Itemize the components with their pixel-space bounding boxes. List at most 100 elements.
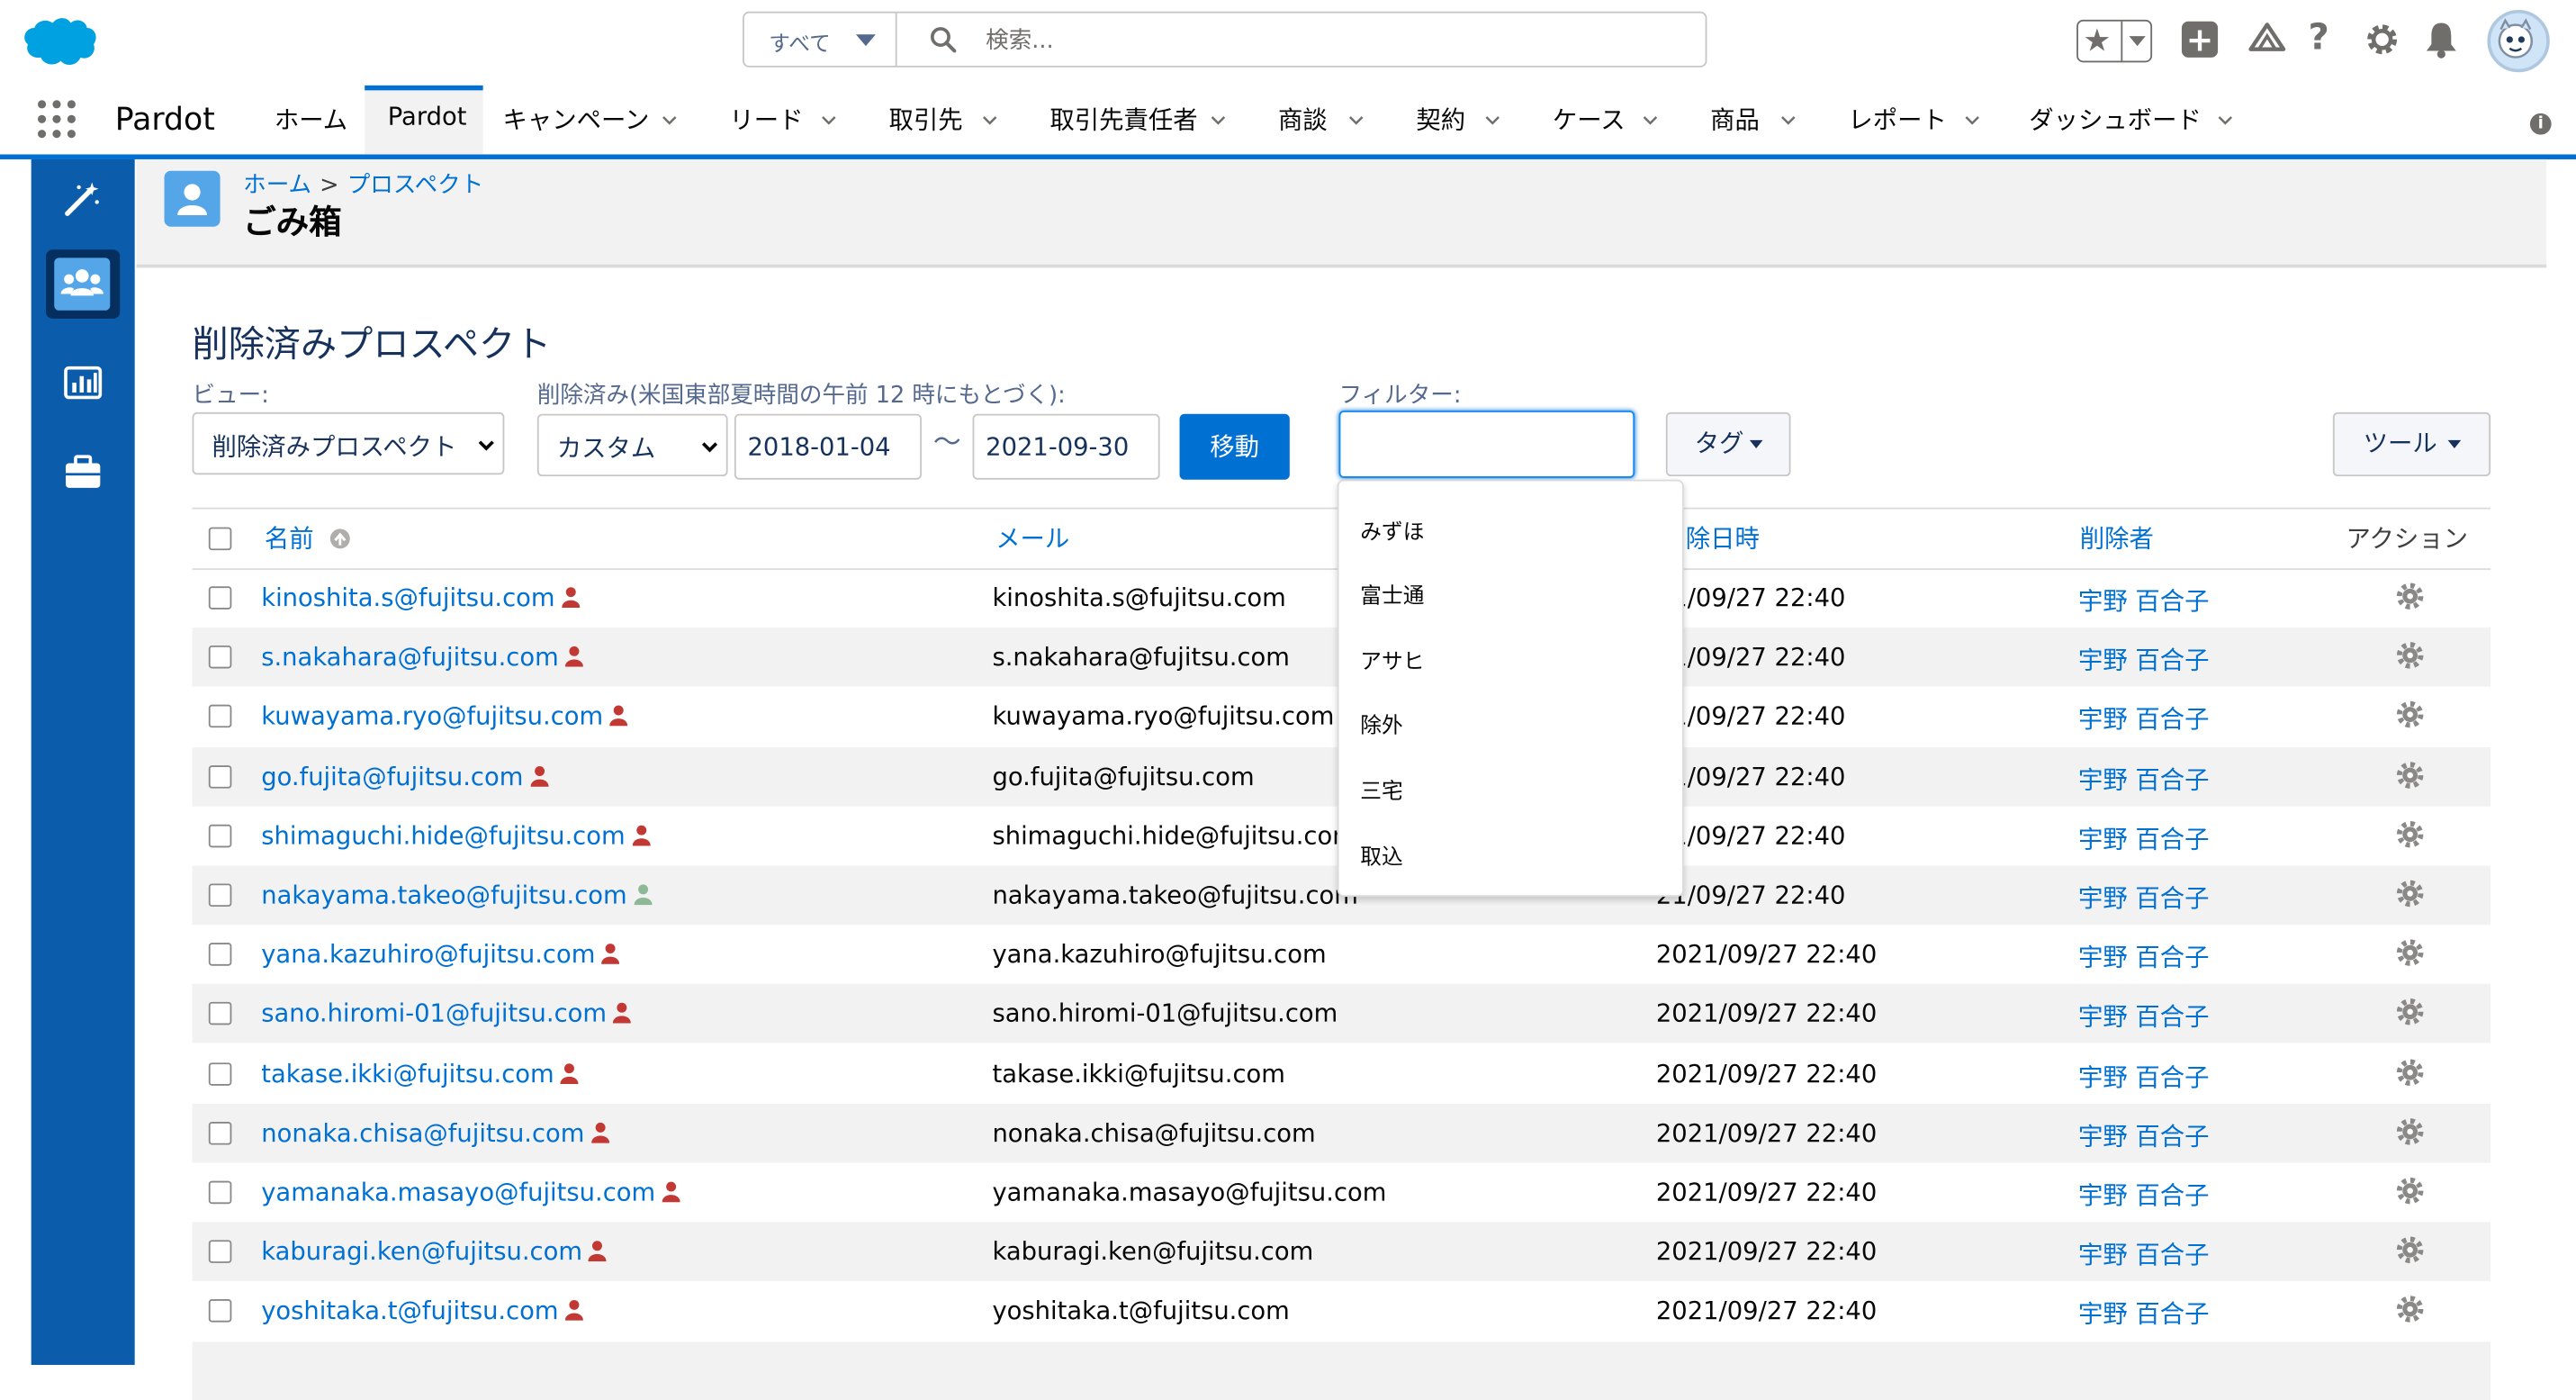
column-header-email[interactable]: メール	[995, 520, 1069, 555]
salesforce-logo[interactable]	[20, 14, 99, 69]
row-checkbox[interactable]	[208, 1121, 232, 1145]
nav-item-2[interactable]: キャンペーン	[503, 102, 650, 136]
row-actions-gear-icon[interactable]	[2395, 819, 2425, 849]
prospect-name-link[interactable]: kuwayama.ryo@fujitsu.com	[261, 702, 628, 732]
nav-item-7[interactable]: 契約	[1416, 102, 1465, 136]
nav-item-6-chevron-down-icon[interactable]	[1349, 113, 1364, 128]
prospect-name-link[interactable]: yamanaka.masayo@fujitsu.com	[261, 1178, 680, 1207]
row-actions-gear-icon[interactable]	[2395, 998, 2425, 1027]
deleted-by-link[interactable]: 宇野 百合子	[2078, 702, 2210, 736]
row-checkbox[interactable]	[208, 764, 232, 788]
deleted-by-link[interactable]: 宇野 百合子	[2078, 1237, 2210, 1271]
nav-item-10-chevron-down-icon[interactable]	[1965, 113, 1979, 128]
tag-option[interactable]: みずほ	[1360, 514, 1424, 545]
column-header-name[interactable]: 名前	[265, 520, 351, 555]
nav-item-0[interactable]: ホーム	[275, 102, 347, 136]
date-range-select[interactable]: カスタム	[536, 413, 728, 477]
nav-item-1[interactable]: Pardot	[388, 102, 467, 131]
move-button[interactable]: 移動	[1179, 413, 1290, 480]
global-actions-plus-icon[interactable]: +	[2181, 21, 2219, 58]
row-checkbox[interactable]	[208, 1180, 232, 1205]
row-checkbox[interactable]	[208, 1240, 232, 1264]
briefcase-icon[interactable]	[32, 442, 135, 508]
favorites-button[interactable]: ★	[2076, 19, 2153, 63]
filter-input[interactable]	[1338, 411, 1635, 478]
row-actions-gear-icon[interactable]	[2395, 879, 2425, 908]
row-actions-gear-icon[interactable]	[2395, 1295, 2425, 1324]
nav-item-5-chevron-down-icon[interactable]	[1211, 113, 1226, 128]
nav-item-8[interactable]: ケース	[1553, 102, 1626, 136]
breadcrumb-prospects-link[interactable]: プロスペクト	[347, 173, 484, 199]
nav-item-6[interactable]: 商談	[1278, 102, 1328, 136]
column-header-deleted-at[interactable]: 除日時	[1686, 520, 1760, 555]
deleted-by-link[interactable]: 宇野 百合子	[2078, 643, 2210, 677]
deleted-by-link[interactable]: 宇野 百合子	[2078, 881, 2210, 915]
deleted-by-link[interactable]: 宇野 百合子	[2078, 821, 2210, 855]
row-checkbox[interactable]	[208, 646, 232, 669]
row-checkbox[interactable]	[208, 824, 232, 847]
row-checkbox[interactable]	[208, 1299, 232, 1323]
favorites-dropdown-icon[interactable]	[2129, 36, 2146, 47]
info-icon[interactable]: i	[2529, 113, 2552, 135]
row-checkbox[interactable]	[208, 883, 232, 908]
search-scope-dropdown[interactable]: すべて	[744, 13, 897, 66]
row-actions-gear-icon[interactable]	[2395, 1176, 2425, 1206]
tag-option[interactable]: 取込	[1360, 839, 1402, 871]
user-avatar[interactable]	[2487, 9, 2550, 73]
nav-item-11-chevron-down-icon[interactable]	[2218, 113, 2233, 128]
nav-item-5[interactable]: 取引先責任者	[1049, 102, 1197, 136]
trailhead-icon[interactable]	[2247, 20, 2287, 59]
deleted-by-link[interactable]: 宇野 百合子	[2078, 1118, 2210, 1152]
search-input[interactable]	[982, 18, 1680, 65]
notification-bell-icon[interactable]	[2423, 20, 2459, 59]
nav-item-7-chevron-down-icon[interactable]	[1485, 113, 1500, 128]
tag-option[interactable]: 三宅	[1360, 773, 1402, 805]
deleted-by-link[interactable]: 宇野 百合子	[2078, 999, 2210, 1034]
row-actions-gear-icon[interactable]	[2395, 582, 2425, 611]
row-actions-gear-icon[interactable]	[2395, 641, 2425, 671]
prospect-name-link[interactable]: go.fujita@fujitsu.com	[261, 762, 548, 791]
prospect-name-link[interactable]: yana.kazuhiro@fujitsu.com	[261, 940, 620, 970]
row-actions-gear-icon[interactable]	[2395, 760, 2425, 790]
prospect-name-link[interactable]: shimaguchi.hide@fujitsu.com	[261, 821, 651, 851]
nav-item-11[interactable]: ダッシュボード	[2029, 102, 2202, 136]
prospect-name-link[interactable]: sano.hiromi-01@fujitsu.com	[261, 999, 632, 1029]
date-from-input[interactable]: 2018-01-04	[734, 413, 922, 480]
deleted-by-link[interactable]: 宇野 百合子	[2078, 1296, 2210, 1331]
deleted-by-link[interactable]: 宇野 百合子	[2078, 1178, 2210, 1212]
date-to-input[interactable]: 2021-09-30	[972, 413, 1160, 480]
magic-wand-icon[interactable]	[32, 167, 135, 233]
deleted-by-link[interactable]: 宇野 百合子	[2078, 762, 2210, 796]
nav-item-4[interactable]: 取引先	[888, 102, 962, 136]
nav-item-8-chevron-down-icon[interactable]	[1643, 113, 1658, 128]
nav-item-3[interactable]: リード	[729, 102, 803, 136]
nav-item-2-chevron-down-icon[interactable]	[662, 113, 677, 128]
row-checkbox[interactable]	[208, 586, 232, 610]
tag-option[interactable]: 富士通	[1360, 578, 1424, 609]
tag-option[interactable]: アサヒ	[1360, 644, 1424, 674]
prospect-name-link[interactable]: takase.ikki@fujitsu.com	[261, 1059, 580, 1088]
gear-icon[interactable]	[2364, 22, 2400, 58]
nav-item-9[interactable]: 商品	[1710, 102, 1760, 136]
tools-button[interactable]: ツール	[2332, 411, 2491, 477]
nav-item-3-chevron-down-icon[interactable]	[822, 113, 836, 128]
prospect-name-link[interactable]: s.nakahara@fujitsu.com	[261, 643, 584, 672]
deleted-by-link[interactable]: 宇野 百合子	[2078, 940, 2210, 974]
row-actions-gear-icon[interactable]	[2395, 938, 2425, 968]
prospect-name-link[interactable]: nakayama.takeo@fujitsu.com	[261, 881, 653, 910]
sidebar-item-prospects[interactable]	[46, 249, 121, 319]
reports-chart-icon[interactable]	[32, 351, 135, 417]
nav-item-4-chevron-down-icon[interactable]	[983, 113, 997, 128]
prospect-name-link[interactable]: kaburagi.ken@fujitsu.com	[261, 1237, 608, 1267]
column-header-deleted-by[interactable]: 削除者	[2080, 520, 2154, 555]
row-actions-gear-icon[interactable]	[2395, 700, 2425, 730]
row-actions-gear-icon[interactable]	[2395, 1116, 2425, 1146]
row-checkbox[interactable]	[208, 943, 232, 967]
prospect-name-link[interactable]: nonaka.chisa@fujitsu.com	[261, 1118, 609, 1148]
row-actions-gear-icon[interactable]	[2395, 1057, 2425, 1087]
tag-button[interactable]: タグ	[1665, 411, 1791, 477]
prospect-name-link[interactable]: kinoshita.s@fujitsu.com	[261, 583, 581, 612]
row-checkbox[interactable]	[208, 1061, 232, 1086]
view-select[interactable]: 削除済みプロスペクト	[192, 411, 505, 475]
row-checkbox[interactable]	[208, 1002, 232, 1026]
